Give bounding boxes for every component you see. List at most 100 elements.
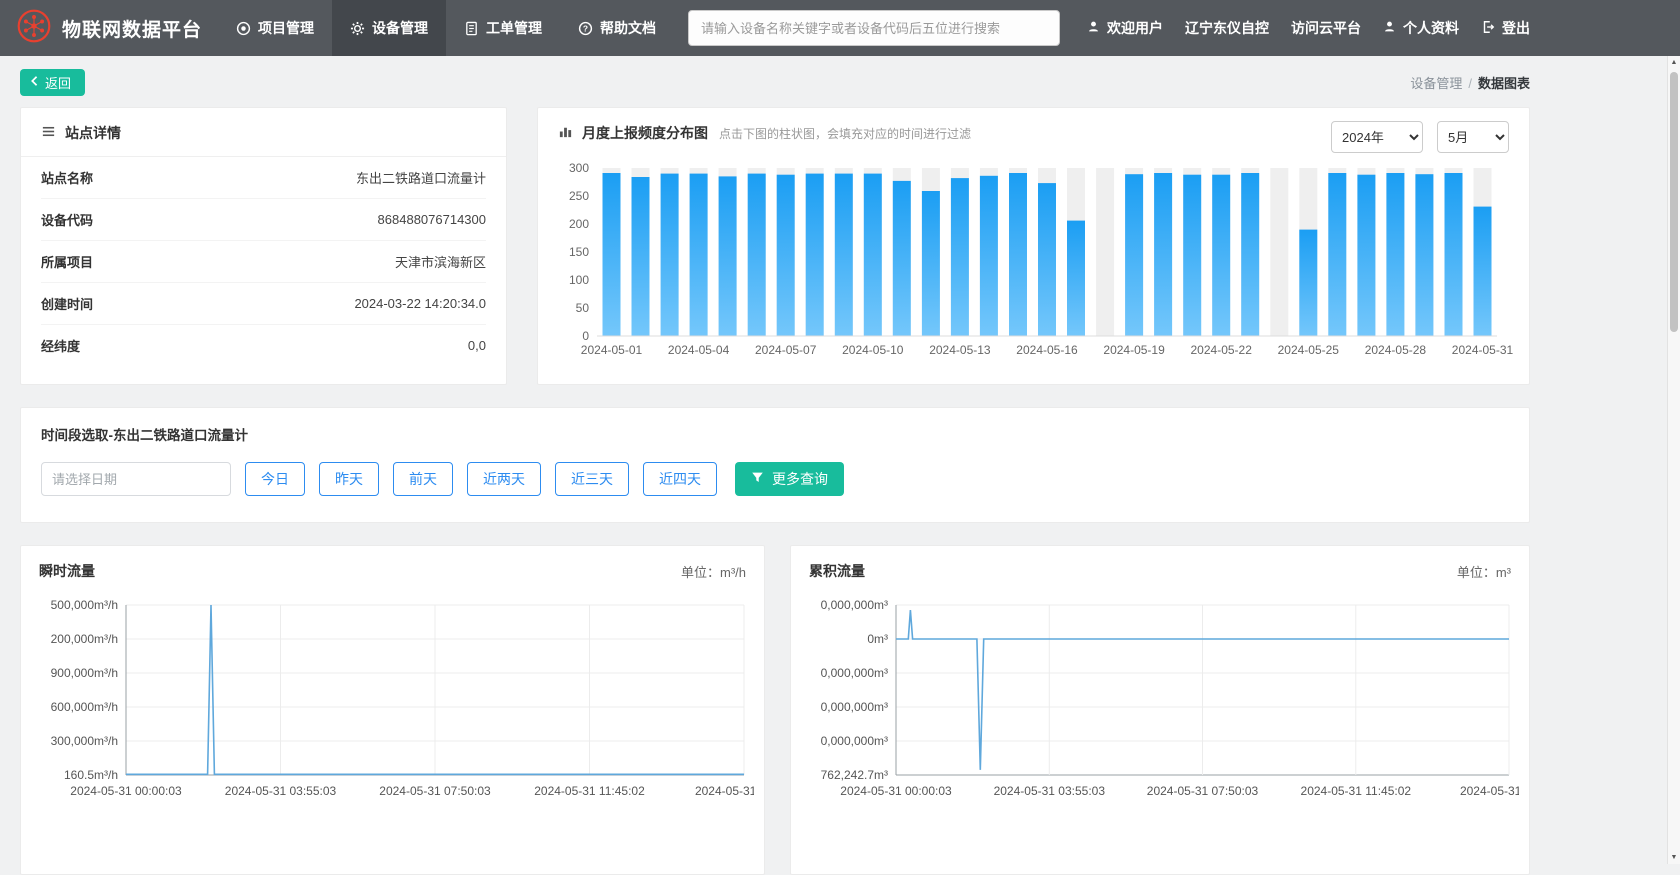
profile-label: 个人资料: [1403, 20, 1459, 36]
instant-flow-card: 瞬时流量 单位：m³/h 500,000m³/h 200,000m³/h 900,0…: [20, 545, 765, 875]
svg-text:300: 300: [569, 162, 589, 175]
svg-text:2024-05-31 11:45:02: 2024-05-31 11:45:02: [534, 784, 645, 798]
station-title: 站点详情: [65, 125, 121, 141]
svg-text:0,000,000m³: 0,000,000m³: [821, 700, 888, 714]
nav-item-label: 项目管理: [258, 20, 315, 36]
svg-text:2024-05-25: 2024-05-25: [1278, 343, 1340, 357]
org-name: 辽宁东仪自控: [1185, 18, 1269, 38]
year-select[interactable]: 2024年: [1331, 121, 1423, 153]
row-label: 创建时间: [41, 297, 94, 312]
btn-today[interactable]: 今日: [245, 462, 305, 496]
row-label: 所属项目: [41, 255, 94, 270]
scroll-up-icon[interactable]: ▲: [1668, 59, 1680, 66]
btn-day-before-yesterday[interactable]: 前天: [393, 462, 453, 496]
station-row-device-code: 设备代码 868488076714300: [41, 199, 486, 241]
svg-text:2024-05-19: 2024-05-19: [1103, 343, 1165, 357]
svg-text:2024-05-01: 2024-05-01: [581, 343, 643, 357]
btn-last-4-days[interactable]: 近四天: [643, 462, 717, 496]
page-scrollbar[interactable]: ▲ ▼: [1667, 56, 1680, 864]
cloud-link-label: 访问云平台: [1291, 20, 1361, 36]
svg-text:2024-05-31 15:40:: 2024-05-31 15:40:: [695, 784, 754, 798]
row-label: 设备代码: [41, 213, 94, 228]
btn-last-3-days[interactable]: 近三天: [555, 462, 629, 496]
logout-icon: [1481, 20, 1495, 37]
nav-item-device[interactable]: 设备管理: [332, 0, 447, 56]
nav-search: [688, 10, 1061, 46]
svg-text:2024-05-31 00:00:03: 2024-05-31 00:00:03: [70, 784, 182, 798]
welcome-label: 欢迎用户: [1107, 20, 1163, 36]
time-range-controls: 今日 昨天 前天 近两天 近三天 近四天 更多查询: [41, 462, 1509, 496]
instant-flow-title: 瞬时流量: [39, 563, 95, 579]
svg-text:250: 250: [569, 189, 589, 203]
breadcrumb: 设备管理 / 数据图表: [1410, 73, 1530, 92]
more-query-button[interactable]: 更多查询: [735, 462, 844, 496]
list-icon: [41, 124, 56, 142]
profile-person-icon: [1383, 20, 1396, 36]
svg-text:2024-05-16: 2024-05-16: [1016, 343, 1078, 357]
logout-button[interactable]: 登出: [1481, 18, 1530, 38]
nav-item-project[interactable]: 项目管理: [218, 0, 332, 56]
svg-text:160.5m³/h: 160.5m³/h: [64, 768, 118, 782]
instant-flow-unit: 单位：m³/h: [680, 564, 746, 580]
scrollbar-thumb[interactable]: [1670, 72, 1678, 332]
brand[interactable]: 物联网数据平台: [16, 8, 218, 49]
svg-text:2024-05-31 07:50:03: 2024-05-31 07:50:03: [379, 784, 491, 798]
btn-last-2-days[interactable]: 近两天: [467, 462, 541, 496]
svg-text:2024-05-31 03:55:03: 2024-05-31 03:55:03: [994, 784, 1106, 798]
date-picker-input[interactable]: [41, 462, 231, 496]
svg-text:0,000,000m³: 0,000,000m³: [821, 666, 888, 680]
breadcrumb-current: 数据图表: [1477, 76, 1530, 91]
back-chevron-icon: [29, 75, 39, 90]
btn-yesterday[interactable]: 昨天: [319, 462, 379, 496]
row-value: 天津市滨海新区: [394, 255, 486, 270]
welcome-user[interactable]: 欢迎用户: [1087, 18, 1163, 38]
breadcrumb-parent[interactable]: 设备管理: [1410, 76, 1462, 91]
navbar: 物联网数据平台 项目管理 设备管理 工单管理 ? 帮助文档 请输入设备名称关键字…: [0, 0, 1680, 56]
monthly-bar-chart[interactable]: 0 50 100 150 200 250 300 2024-05-01 2024-05-04 20…: [552, 161, 1515, 362]
brand-logo-icon: [16, 8, 52, 49]
device-search-input[interactable]: [688, 10, 1061, 46]
time-range-card: 时间段选取-东出二铁路道口流量计 今日 昨天 前天 近两天 近三天 近四天 更多…: [20, 407, 1530, 523]
svg-text:0,000,000m³: 0,000,000m³: [821, 734, 888, 748]
monthly-frequency-card: 月度上报频度分布图 点击下图的柱状图，会填充对应的时间进行过滤 2024年 5月…: [537, 107, 1530, 385]
instant-flow-line-chart[interactable]: 500,000m³/h 200,000m³/h 900,000m³/h 600,000…: [31, 595, 764, 805]
month-select[interactable]: 5月: [1437, 121, 1509, 153]
svg-text:0: 0: [582, 329, 589, 343]
cloud-link[interactable]: 访问云平台: [1291, 18, 1361, 38]
cumulative-flow-header: 累积流量 单位：m³: [791, 546, 1529, 589]
instant-flow-header: 瞬时流量 单位：m³/h: [21, 546, 764, 589]
svg-text:2024-05-31 00:00:03: 2024-05-31 00:00:03: [840, 784, 952, 798]
back-label: 返回: [45, 76, 72, 91]
row-label: 站点名称: [41, 171, 94, 186]
svg-text:2024-05-31 03:55:03: 2024-05-31 03:55:03: [225, 784, 337, 798]
svg-text:2024-05-13: 2024-05-13: [929, 343, 991, 357]
cumulative-flow-unit: 单位：m³: [1456, 564, 1511, 580]
svg-text:200,000m³/h: 200,000m³/h: [51, 632, 118, 646]
svg-text:0,000,000m³: 0,000,000m³: [821, 598, 888, 612]
main-content: 返回 设备管理 / 数据图表 站点详情 站点名称 东出二铁路道口流量计 设备代码: [20, 56, 1530, 875]
svg-text:2024-05-10: 2024-05-10: [842, 343, 904, 357]
svg-text:?: ?: [583, 23, 588, 33]
station-details-card: 站点详情 站点名称 东出二铁路道口流量计 设备代码 86848807671430…: [20, 107, 507, 385]
svg-text:0m³: 0m³: [867, 632, 888, 646]
nav-item-help[interactable]: ? 帮助文档: [560, 0, 674, 56]
nav-right: 欢迎用户 辽宁东仪自控 访问云平台 个人资料 登出: [1087, 18, 1530, 38]
monthly-selects: 2024年 5月: [1331, 121, 1509, 153]
svg-text:600,000m³/h: 600,000m³/h: [51, 700, 118, 714]
profile-link[interactable]: 个人资料: [1383, 18, 1459, 38]
station-row-created: 创建时间 2024-03-22 14:20:34.0: [41, 283, 486, 325]
svg-text:500,000m³/h: 500,000m³/h: [51, 598, 118, 612]
back-button[interactable]: 返回: [20, 69, 86, 96]
project-target-icon: [236, 21, 251, 36]
row-label: 经纬度: [41, 339, 81, 354]
nav-item-label: 帮助文档: [600, 20, 657, 36]
nav-item-label: 设备管理: [372, 20, 429, 36]
monthly-title: 月度上报频度分布图: [582, 125, 708, 141]
station-rows: 站点名称 东出二铁路道口流量计 设备代码 868488076714300 所属项…: [21, 157, 506, 366]
org-label: 辽宁东仪自控: [1185, 20, 1269, 36]
svg-text:2024-05-31 15:40:: 2024-05-31 15:40:: [1460, 784, 1519, 798]
scroll-down-icon[interactable]: ▼: [1668, 854, 1680, 861]
cumulative-flow-line-chart[interactable]: 0,000,000m³ 0m³ 0,000,000m³ 0,000,000m³ 0,00…: [801, 595, 1529, 805]
nav-item-workorder[interactable]: 工单管理: [446, 0, 560, 56]
brand-title: 物联网数据平台: [62, 19, 203, 41]
